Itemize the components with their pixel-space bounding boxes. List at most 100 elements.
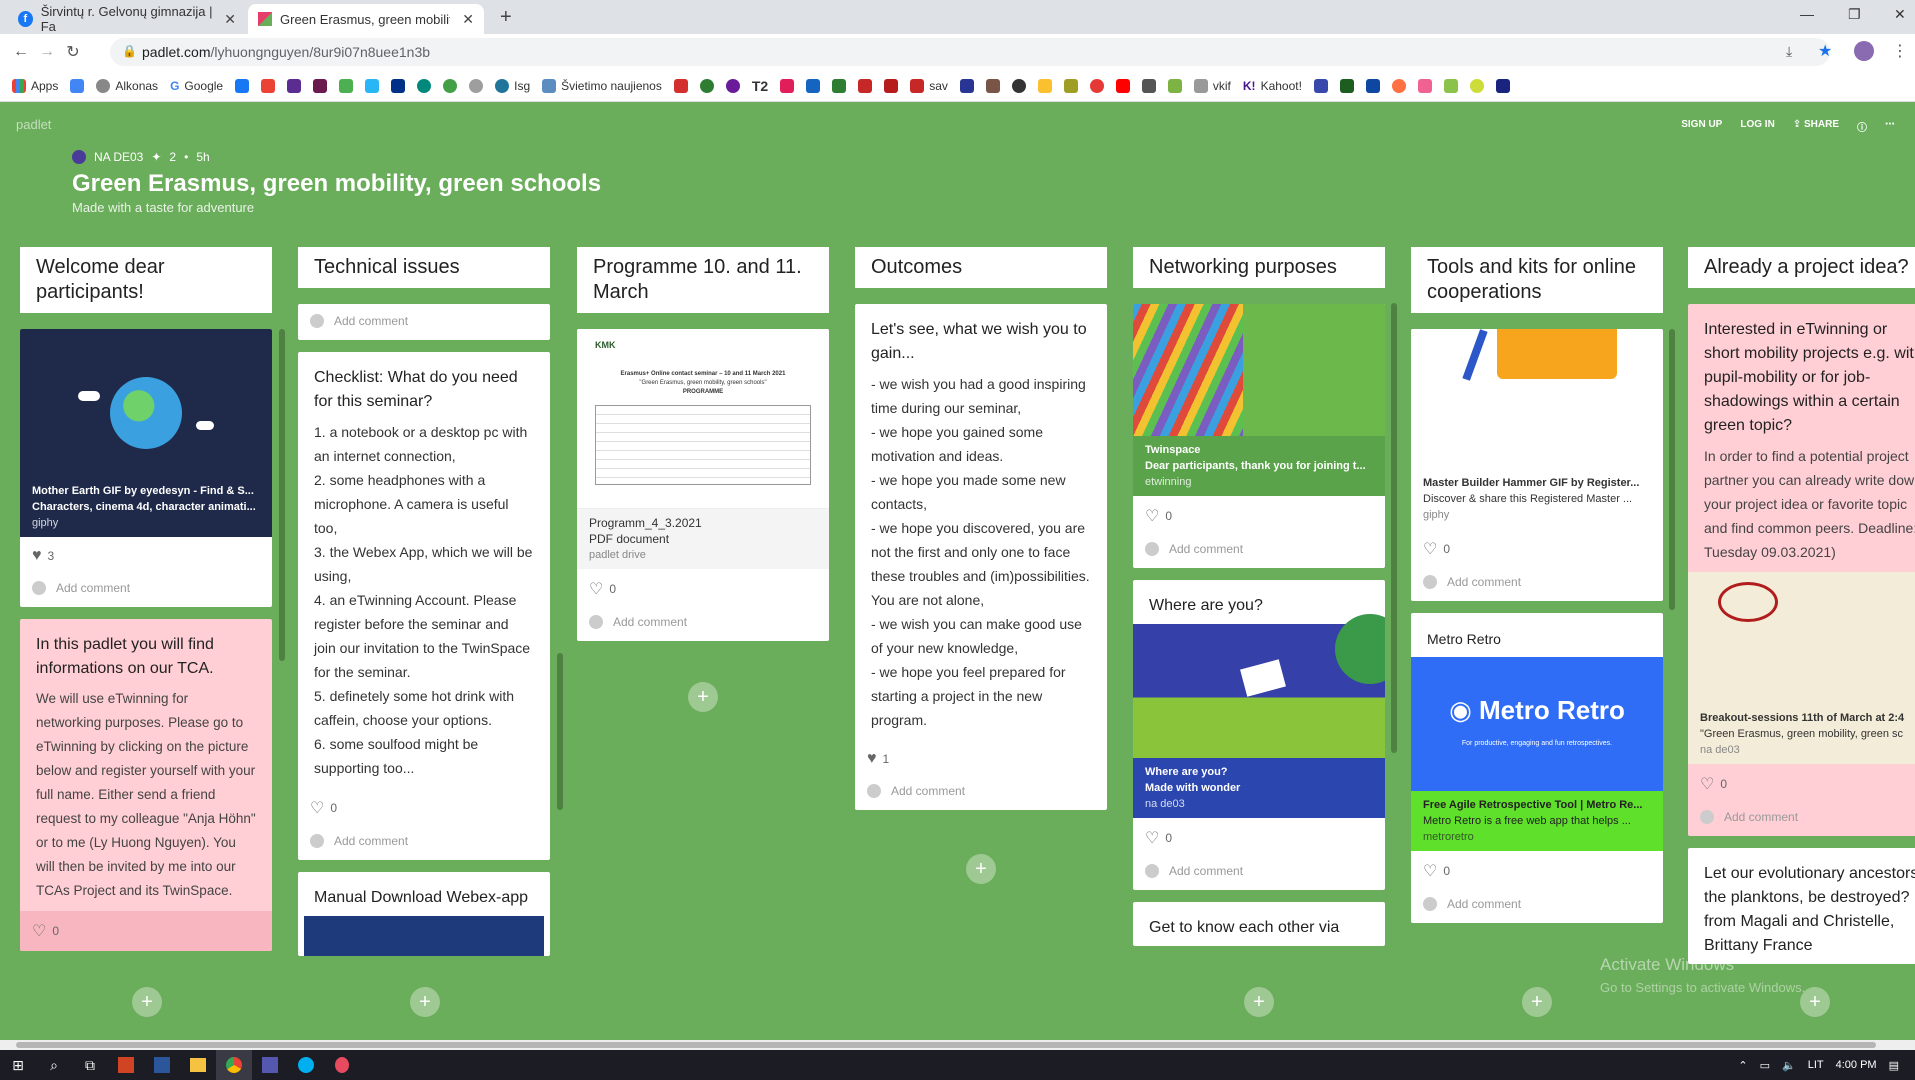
bookmark-alkonas[interactable]: Alkonas (96, 78, 158, 93)
profile-avatar[interactable] (1854, 41, 1874, 61)
add-post-button[interactable]: + (1244, 987, 1274, 1017)
bookmark-icon[interactable] (1417, 78, 1432, 93)
webex-manual-preview[interactable] (304, 916, 544, 956)
post-card[interactable]: Mother Earth GIF by eyedesyn - Find & S.… (20, 329, 272, 607)
bookmark-icon[interactable] (313, 78, 328, 93)
signup-link[interactable]: SIGN UP (1681, 119, 1722, 134)
add-post-button[interactable]: + (1522, 987, 1552, 1017)
bookmark-vkif[interactable]: vkif (1193, 78, 1231, 93)
bookmark-icon[interactable] (1141, 78, 1156, 93)
post-card[interactable]: Where are you? Where are you? Made with … (1133, 580, 1385, 890)
clock[interactable]: 4:00 PM (1836, 1059, 1877, 1071)
tab-facebook[interactable]: f Širvintų r. Gelvonų gimnazija | Fa ✕ (8, 4, 246, 34)
word-icon[interactable] (144, 1050, 180, 1080)
teams-icon[interactable] (252, 1050, 288, 1080)
bookmark-icon[interactable] (1391, 78, 1406, 93)
slack-icon[interactable] (780, 78, 795, 93)
restore-icon[interactable]: ❐ (1848, 6, 1861, 23)
like-button[interactable]: ♡ 0 (1133, 818, 1385, 858)
column-scrollbar[interactable] (279, 329, 285, 661)
bookmark-google[interactable]: G Google (170, 79, 223, 93)
notifications-icon[interactable]: ▤ (1889, 1059, 1899, 1072)
add-comment[interactable]: Add comment (298, 304, 550, 340)
column-scrollbar[interactable] (1669, 329, 1675, 610)
post-card[interactable]: Interested in eTwinning or short mobilit… (1688, 304, 1915, 836)
attachment-info[interactable]: Where are you? Made with wonder na de03 (1133, 758, 1385, 818)
bookmark-apps[interactable]: Apps (12, 78, 58, 93)
bookmark-kahoot[interactable]: K! Kahoot! (1243, 79, 1302, 93)
reload-icon[interactable]: ↻ (60, 42, 86, 62)
bookmark-icon[interactable] (806, 78, 821, 93)
like-button[interactable]: ♡ 0 (577, 569, 829, 609)
gmail-icon[interactable] (261, 78, 276, 93)
column-heading[interactable]: Networking purposes (1133, 247, 1385, 288)
attachment-info[interactable]: Master Builder Hammer GIF by Register...… (1411, 469, 1663, 529)
post-card[interactable]: Metro Retro ◉ Metro Retro For productive… (1411, 613, 1663, 923)
bookmark-icon[interactable] (365, 78, 380, 93)
attachment-info[interactable]: Free Agile Retrospective Tool | Metro Re… (1411, 791, 1663, 851)
add-comment[interactable]: Add comment (1133, 858, 1385, 890)
add-post-button[interactable]: + (966, 854, 996, 884)
bookmark-icon[interactable] (1167, 78, 1182, 93)
column-heading[interactable]: Tools and kits for online cooperations (1411, 247, 1663, 313)
like-button[interactable]: ♡ 0 (1411, 529, 1663, 569)
sketch-image[interactable] (1688, 572, 1915, 704)
translate-icon[interactable] (70, 78, 85, 93)
attachment-info[interactable]: Programm_4_3.2021 PDF document padlet dr… (577, 509, 829, 569)
bookmark-icon[interactable] (1011, 78, 1026, 93)
url-input[interactable]: 🔒 padlet.com/lyhuongnguyen/8ur9i07n8uee1… (110, 38, 1830, 66)
add-comment[interactable]: Add comment (1133, 536, 1385, 568)
add-comment[interactable]: Add comment (577, 609, 829, 641)
bookmark-sav[interactable]: sav (910, 78, 948, 93)
like-button[interactable]: ♡ 0 (1133, 496, 1385, 536)
windows-start-icon[interactable]: ⊞ (0, 1050, 36, 1080)
powerpoint-icon[interactable] (108, 1050, 144, 1080)
apple-icon[interactable] (1089, 78, 1104, 93)
author-name[interactable]: NA DE03 (94, 150, 143, 164)
add-comment[interactable]: Add comment (1688, 804, 1915, 836)
new-tab-button[interactable]: + (500, 6, 512, 29)
volume-icon[interactable]: 🔈 (1782, 1059, 1796, 1072)
help-icon[interactable]: ⓘ (1857, 119, 1867, 134)
post-card[interactable]: Twinspace Dear participants, thank you f… (1133, 304, 1385, 568)
chevron-up-icon[interactable]: ⌃ (1738, 1059, 1747, 1072)
star-icon[interactable]: ★ (1818, 41, 1832, 61)
column-heading[interactable]: Already a project idea? (1688, 247, 1915, 288)
bookmark-icon[interactable] (417, 78, 432, 93)
add-post-button[interactable]: + (688, 682, 718, 712)
post-card[interactable]: Let's see, what we wish you to gain... -… (855, 304, 1107, 810)
column-heading[interactable]: Welcome dear participants! (20, 247, 272, 313)
post-card[interactable]: Master Builder Hammer GIF by Register...… (1411, 329, 1663, 601)
paypal-icon[interactable] (391, 78, 406, 93)
login-link[interactable]: LOG IN (1740, 119, 1774, 134)
forward-icon[interactable]: → (34, 43, 60, 61)
app-icon[interactable] (324, 1050, 360, 1080)
post-card[interactable]: In this padlet you will find information… (20, 619, 272, 951)
bookmark-t2[interactable]: T2 (752, 78, 768, 94)
post-card[interactable]: Add comment (298, 304, 550, 340)
add-comment[interactable]: Add comment (298, 828, 550, 860)
bookmark-icon[interactable] (832, 78, 847, 93)
menu-icon[interactable]: ⋮ (1892, 41, 1908, 61)
add-comment[interactable]: Add comment (855, 778, 1107, 810)
close-window-icon[interactable]: ✕ (1894, 6, 1906, 23)
bookmark-icon[interactable] (1443, 78, 1458, 93)
bookmark-icon[interactable] (1469, 78, 1484, 93)
bookmark-icon[interactable] (339, 78, 354, 93)
earth-gif-image[interactable] (20, 329, 272, 477)
bookmark-icon[interactable] (1037, 78, 1052, 93)
column-scrollbar[interactable] (1391, 303, 1397, 753)
bookmark-icon[interactable] (1313, 78, 1328, 93)
like-button[interactable]: ♡ 0 (1411, 851, 1663, 891)
attachment-info[interactable]: Twinspace Dear participants, thank you f… (1133, 436, 1385, 496)
bookmark-icon[interactable] (858, 78, 873, 93)
bookmark-icon[interactable] (985, 78, 1000, 93)
horizontal-scrollbar[interactable] (0, 1040, 1915, 1050)
add-post-button[interactable]: + (410, 987, 440, 1017)
column-heading[interactable]: Outcomes (855, 247, 1107, 288)
post-card[interactable]: Checklist: What do you need for this sem… (298, 352, 550, 860)
like-button[interactable]: ♥ 3 (20, 537, 272, 575)
like-button[interactable]: ♡ 0 (298, 788, 550, 828)
post-card[interactable]: Get to know each other via (1133, 902, 1385, 946)
add-comment[interactable]: Add comment (20, 575, 272, 607)
